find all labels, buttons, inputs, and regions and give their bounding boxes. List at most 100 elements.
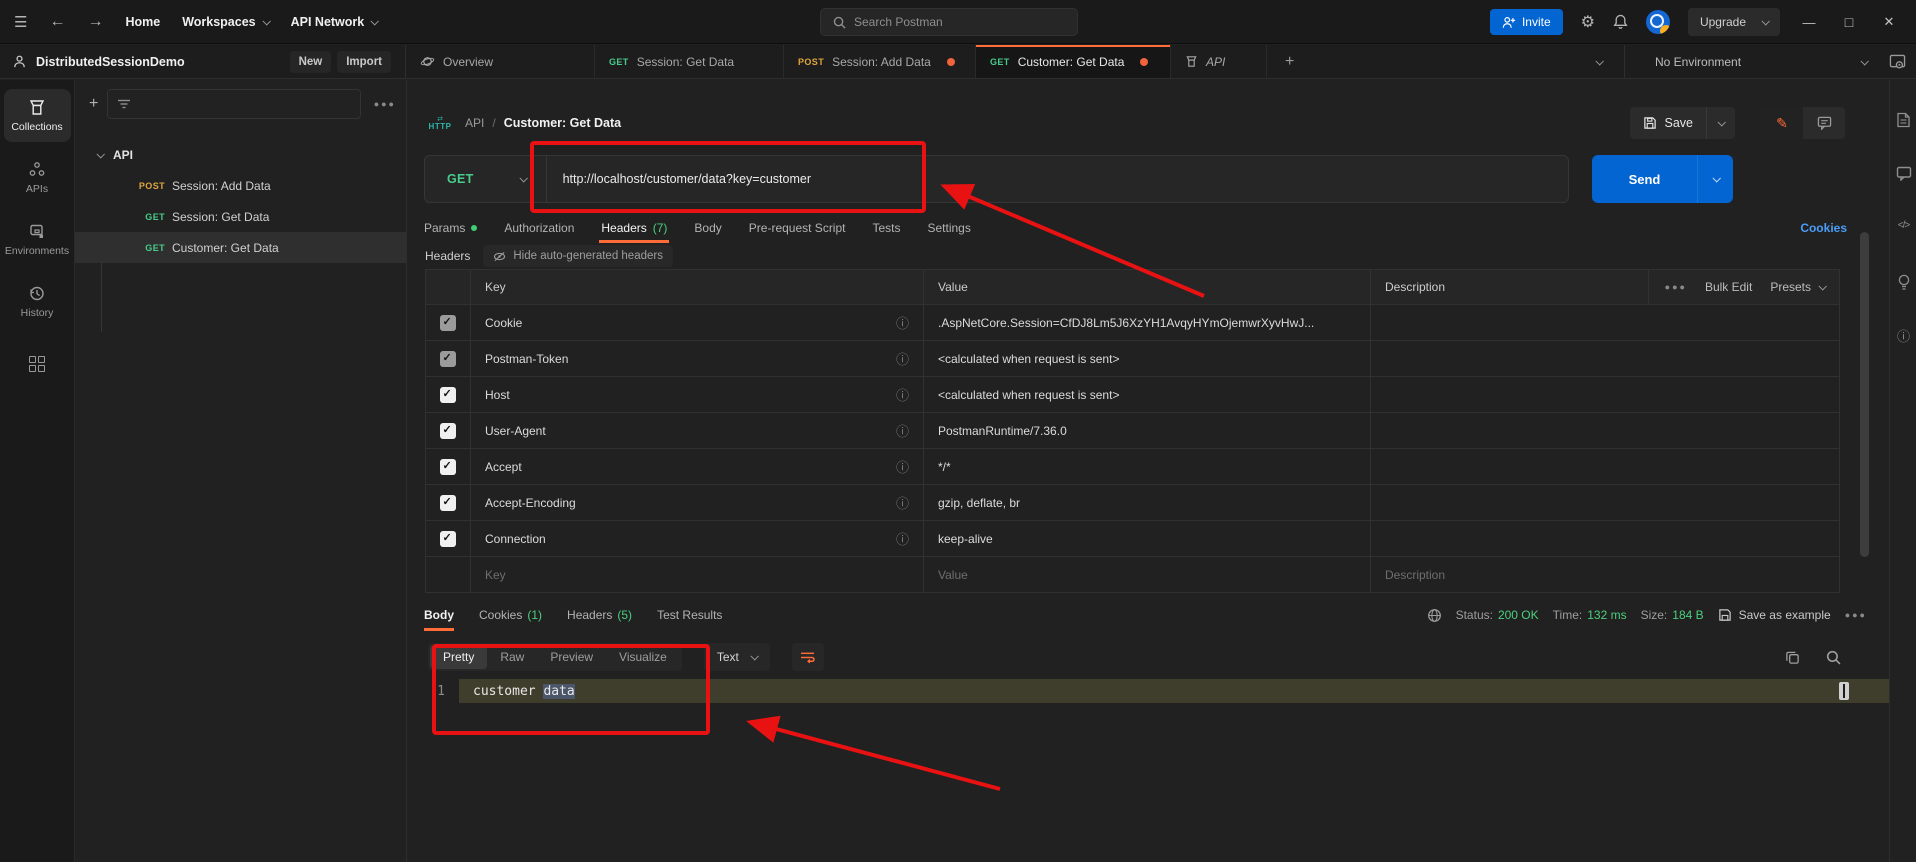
- save-options-chevron[interactable]: [1706, 107, 1735, 139]
- blocks-icon[interactable]: [29, 356, 45, 372]
- request-title[interactable]: Customer: Get Data: [504, 116, 621, 130]
- table-more-actions[interactable]: ●●●: [1665, 282, 1687, 292]
- tab-body[interactable]: Body: [694, 213, 721, 243]
- info-circle-icon[interactable]: ⓘ: [1890, 326, 1916, 345]
- info-icon[interactable]: ⓘ: [896, 457, 909, 476]
- tab-overview[interactable]: Overview: [406, 45, 595, 78]
- view-pretty[interactable]: Pretty: [430, 645, 488, 669]
- save-button[interactable]: Save: [1630, 107, 1707, 139]
- row-checkbox[interactable]: [440, 386, 456, 403]
- info-icon[interactable]: ⓘ: [896, 529, 909, 548]
- sidebar-item-environments[interactable]: Environments: [4, 213, 71, 266]
- bulk-edit-button[interactable]: Bulk Edit: [1705, 280, 1752, 294]
- request-session-get-data[interactable]: GET Session: Get Data: [75, 201, 406, 232]
- response-more-actions[interactable]: ●●●: [1845, 610, 1867, 620]
- format-dropdown[interactable]: Text: [703, 643, 770, 671]
- window-minimize-button[interactable]: —: [1798, 15, 1820, 30]
- comments-icon[interactable]: [1890, 166, 1916, 181]
- notifications-bell-icon[interactable]: [1613, 14, 1628, 30]
- response-body-editor[interactable]: 1 customer data: [407, 679, 1889, 703]
- tab-headers[interactable]: Headers (7): [599, 213, 670, 243]
- row-checkbox[interactable]: [440, 350, 456, 367]
- tab-session-add-data[interactable]: POST Session: Add Data: [784, 45, 976, 78]
- request-customer-get-data[interactable]: GET Customer: Get Data: [75, 232, 406, 263]
- environment-quick-look-icon[interactable]: [1889, 54, 1906, 70]
- response-tab-body[interactable]: Body: [424, 601, 454, 631]
- info-icon[interactable]: ⓘ: [896, 421, 909, 440]
- tab-params[interactable]: Params: [424, 213, 478, 243]
- globe-icon[interactable]: [1427, 608, 1442, 623]
- cookies-link[interactable]: Cookies: [1800, 221, 1847, 235]
- tab-session-get-data[interactable]: GET Session: Get Data: [595, 45, 784, 78]
- info-icon[interactable]: ⓘ: [896, 493, 909, 512]
- invite-button[interactable]: Invite: [1489, 9, 1563, 35]
- settings-gear-icon[interactable]: ⚙: [1581, 12, 1595, 32]
- tab-settings[interactable]: Settings: [928, 213, 971, 243]
- import-button[interactable]: Import: [337, 50, 391, 73]
- wrap-text-button[interactable]: [791, 643, 824, 671]
- forward-arrow-icon[interactable]: →: [87, 13, 103, 31]
- breadcrumb-collection[interactable]: API: [465, 116, 484, 130]
- upgrade-button[interactable]: Upgrade: [1687, 8, 1780, 36]
- request-session-add-data[interactable]: POST Session: Add Data: [75, 170, 406, 201]
- new-value-cell[interactable]: Value: [924, 557, 1371, 592]
- back-arrow-icon[interactable]: ←: [49, 13, 65, 31]
- tab-overflow-chevron[interactable]: [1595, 45, 1624, 78]
- response-tab-headers[interactable]: Headers (5): [567, 601, 632, 629]
- menu-home[interactable]: Home: [125, 15, 160, 29]
- tab-api[interactable]: API: [1171, 45, 1267, 78]
- size-badge[interactable]: Size: 184 B: [1641, 608, 1704, 622]
- new-key-cell[interactable]: Key: [471, 557, 924, 592]
- url-input[interactable]: http://localhost/customer/data?key=custo…: [547, 172, 811, 186]
- info-icon[interactable]: ⓘ: [896, 349, 909, 368]
- row-checkbox[interactable]: [440, 458, 456, 475]
- row-checkbox[interactable]: [440, 314, 456, 331]
- copy-icon[interactable]: [1785, 650, 1800, 665]
- info-icon[interactable]: ⓘ: [896, 385, 909, 404]
- new-description-cell[interactable]: Description: [1371, 557, 1839, 592]
- panel-more-actions[interactable]: ●●●: [370, 99, 396, 109]
- menu-api-network[interactable]: API Network: [291, 15, 380, 29]
- lightbulb-icon[interactable]: [1890, 274, 1916, 291]
- environment-selector[interactable]: No Environment: [1624, 45, 1916, 78]
- collection-filter-box[interactable]: [107, 89, 361, 119]
- search-input[interactable]: [854, 15, 1034, 29]
- collection-root-api[interactable]: API: [75, 140, 406, 170]
- row-checkbox[interactable]: [440, 494, 456, 511]
- view-preview[interactable]: Preview: [537, 645, 606, 669]
- presets-dropdown[interactable]: Presets: [1770, 280, 1827, 294]
- new-button[interactable]: New: [289, 50, 332, 73]
- tab-pre-request-script[interactable]: Pre-request Script: [749, 213, 846, 243]
- comment-icon[interactable]: [1803, 107, 1845, 139]
- window-maximize-button[interactable]: □: [1838, 14, 1860, 30]
- send-button[interactable]: Send: [1592, 155, 1697, 203]
- tab-tests[interactable]: Tests: [872, 213, 900, 243]
- info-icon[interactable]: ⓘ: [896, 313, 909, 332]
- view-visualize[interactable]: Visualize: [606, 645, 680, 669]
- code-snippet-icon[interactable]: </>: [1890, 220, 1916, 231]
- status-badge[interactable]: Status: 200 OK: [1456, 608, 1539, 622]
- global-search[interactable]: [820, 8, 1078, 36]
- tab-customer-get-data[interactable]: GET Customer: Get Data: [976, 45, 1171, 78]
- sidebar-item-apis[interactable]: APIs: [4, 151, 71, 204]
- documentation-icon[interactable]: [1890, 112, 1916, 128]
- edit-pencil-icon[interactable]: ✎: [1761, 107, 1803, 139]
- new-tab-button[interactable]: +: [1267, 45, 1312, 78]
- tab-authorization[interactable]: Authorization: [504, 213, 574, 243]
- add-collection-button[interactable]: +: [89, 95, 98, 113]
- save-as-example-button[interactable]: Save as example: [1718, 608, 1831, 622]
- sidebar-item-collections[interactable]: Collections: [3, 89, 71, 142]
- hide-autogenerated-toggle[interactable]: Hide auto-generated headers: [483, 245, 673, 267]
- menu-workspaces[interactable]: Workspaces: [182, 15, 271, 29]
- time-badge[interactable]: Time: 132 ms: [1553, 608, 1627, 622]
- response-tab-test-results[interactable]: Test Results: [657, 601, 722, 629]
- workspace-name[interactable]: DistributedSessionDemo: [36, 55, 185, 69]
- hamburger-menu-icon[interactable]: ☰: [14, 13, 27, 31]
- main-vertical-scrollbar[interactable]: [1860, 232, 1869, 557]
- user-avatar[interactable]: [1645, 10, 1670, 34]
- search-in-body-icon[interactable]: [1826, 650, 1841, 665]
- window-close-button[interactable]: ✕: [1878, 14, 1900, 30]
- send-options-chevron[interactable]: [1697, 155, 1733, 203]
- response-tab-cookies[interactable]: Cookies (1): [479, 601, 542, 629]
- code-line[interactable]: 1 customer data: [407, 679, 1889, 703]
